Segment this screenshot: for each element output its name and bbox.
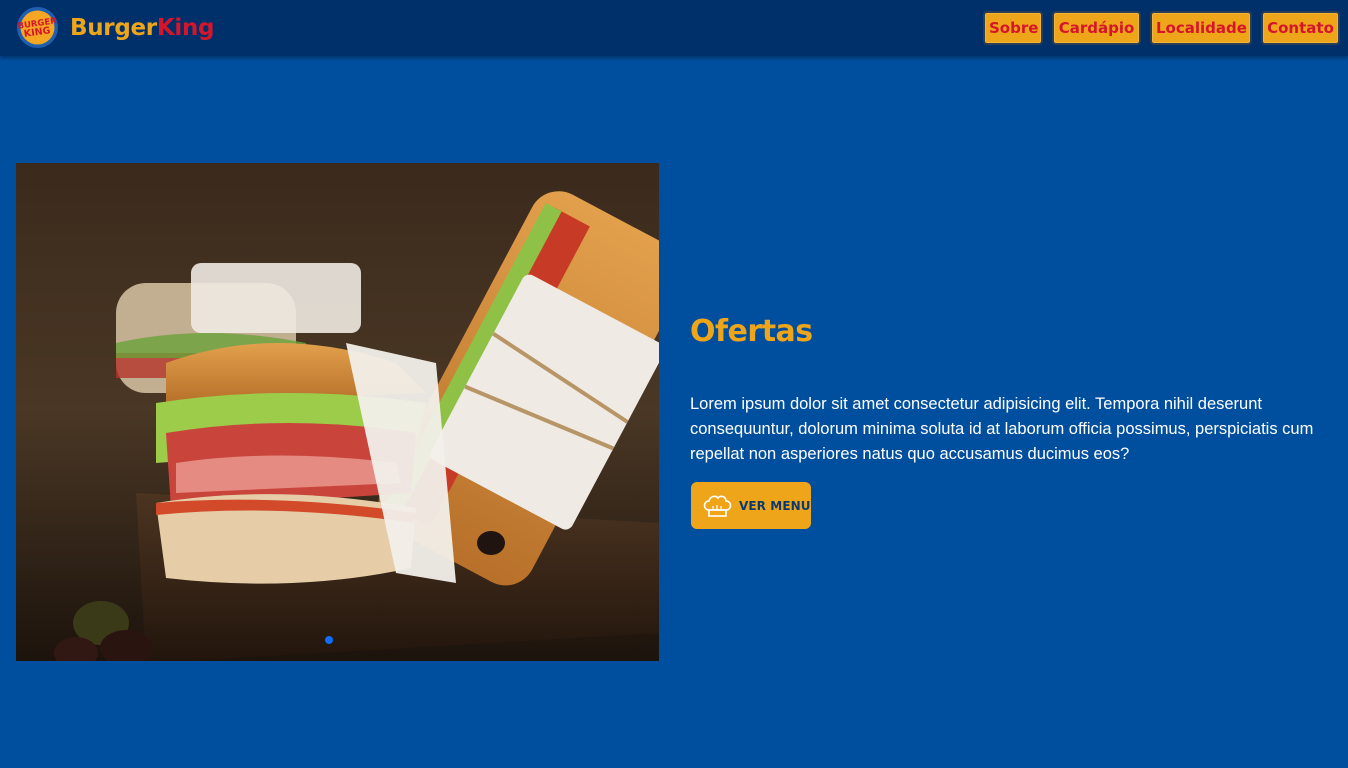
top-navbar: BURGER KING BurgerKing Sobre Cardápio Lo… [0, 0, 1348, 56]
offer-carousel-image[interactable] [16, 163, 659, 661]
burger-king-logo[interactable]: BURGER KING [16, 6, 59, 49]
view-menu-button[interactable]: VER MENU [691, 482, 811, 529]
carousel-indicator-dot[interactable] [325, 636, 333, 644]
main-nav: Sobre Cardápio Localidade Contato [983, 11, 1340, 45]
nav-cardapio-button[interactable]: Cardápio [1052, 11, 1141, 45]
brand-name-part2: King [156, 15, 215, 41]
brand-name-part1: Burger [70, 15, 157, 41]
nav-localidade-button[interactable]: Localidade [1150, 11, 1252, 45]
offer-title: Ofertas [690, 314, 813, 349]
chef-hat-icon [703, 495, 732, 517]
nav-contato-button[interactable]: Contato [1261, 11, 1340, 45]
brand-name[interactable]: BurgerKing [70, 13, 215, 43]
offer-description: Lorem ipsum dolor sit amet consectetur a… [690, 395, 1314, 463]
sandwich-photo [16, 163, 659, 661]
nav-sobre-button[interactable]: Sobre [983, 11, 1043, 45]
view-menu-label: VER MENU [739, 498, 811, 513]
